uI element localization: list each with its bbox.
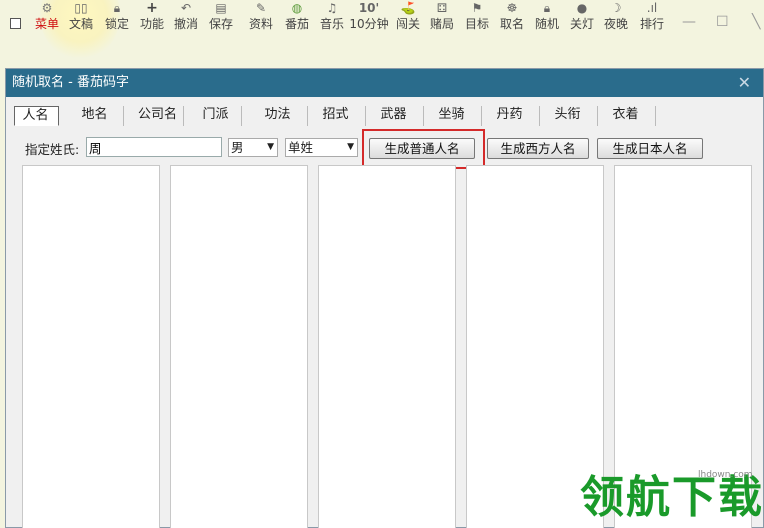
surname-type-select-value: 单姓 xyxy=(288,140,314,155)
toolbar-lock-button[interactable]: 🔒︎ 锁定 xyxy=(103,0,131,38)
lock-icon: 🔒︎ xyxy=(113,1,121,15)
tab-weapon[interactable]: 武器 xyxy=(366,106,424,126)
toolbar-random-button[interactable]: 🔒︎ 随机 xyxy=(533,0,561,38)
plus-icon: + xyxy=(146,0,158,16)
moon-icon: ☽ xyxy=(610,1,622,15)
category-tabs: 人名 地名 公司名 门派 功法 招式 武器 坐骑 丹药 头衔 衣着 xyxy=(14,106,754,126)
toolbar-menu-button[interactable]: ⚙ 菜单 xyxy=(33,0,61,38)
dice-icon: ⚃ xyxy=(436,1,448,15)
gender-select[interactable]: 男 ▼ xyxy=(228,138,278,157)
flag-icon: ⛳ xyxy=(400,1,416,15)
highlight-annotation-box xyxy=(362,129,485,169)
toolbar-function-button[interactable]: + 功能 xyxy=(138,0,166,38)
naming-icon: ☸ xyxy=(506,1,518,15)
generate-japanese-name-button[interactable]: 生成日本人名 xyxy=(597,138,703,159)
tab-sect[interactable]: 门派 xyxy=(192,106,242,126)
toolbar-tomato-button[interactable]: ◍ 番茄 xyxy=(283,0,311,38)
bar-chart-icon: .ıl xyxy=(646,1,658,15)
tab-pill[interactable]: 丹药 xyxy=(482,106,540,126)
toolbar-manuscript-button[interactable]: ▯▯ 文稿 xyxy=(67,0,95,38)
dialog-close-icon[interactable]: ✕ xyxy=(738,69,751,97)
tab-company-name[interactable]: 公司名 xyxy=(134,106,184,126)
surname-type-select[interactable]: 单姓 ▼ xyxy=(285,138,358,157)
result-list-1[interactable] xyxy=(22,165,160,528)
chevron-down-icon: ▼ xyxy=(347,142,354,152)
generate-western-name-button[interactable]: 生成西方人名 xyxy=(487,138,589,159)
toolbar-goal-button[interactable]: ⚑ 目标 xyxy=(463,0,491,38)
toolbar-materials-button[interactable]: ✎ 资料 xyxy=(247,0,275,38)
maximize-icon[interactable]: ☐ xyxy=(716,14,729,30)
toolbar-10min-button[interactable]: 10' 10分钟 xyxy=(349,0,389,38)
toolbar-gamble-button[interactable]: ⚃ 赌局 xyxy=(428,0,456,38)
toolbar-night-button[interactable]: ☽ 夜晚 xyxy=(602,0,630,38)
save-icon: ▤ xyxy=(215,1,227,15)
dialog-titlebar: 随机取名 - 番茄码字 ✕ xyxy=(6,69,763,97)
minimize-icon[interactable]: — xyxy=(682,14,696,30)
toolbar-challenge-button[interactable]: ⛳ 闯关 xyxy=(394,0,422,38)
book-icon: ▯▯ xyxy=(74,1,88,15)
random-name-dialog: 随机取名 - 番茄码字 ✕ 人名 地名 公司名 门派 功法 招式 武器 坐骑 丹… xyxy=(5,68,764,528)
tab-move[interactable]: 招式 xyxy=(308,106,366,126)
random-lock-icon: 🔒︎ xyxy=(543,1,551,15)
undo-icon: ↶ xyxy=(180,1,192,15)
toolbar-undo-button[interactable]: ↶ 撤消 xyxy=(172,0,200,38)
toolbar-checkbox[interactable] xyxy=(10,18,21,29)
tab-person-name[interactable]: 人名 xyxy=(14,106,59,126)
site-watermark: 领航下载 lhdown.com xyxy=(580,468,764,524)
tab-place-name[interactable]: 地名 xyxy=(68,106,124,126)
toolbar-music-button[interactable]: ♫ 音乐 xyxy=(318,0,346,38)
tab-mount[interactable]: 坐骑 xyxy=(424,106,482,126)
result-list-2[interactable] xyxy=(170,165,308,528)
gear-icon: ⚙ xyxy=(41,1,53,15)
toolbar-lights-off-button[interactable]: ● 关灯 xyxy=(568,0,596,38)
gender-select-value: 男 xyxy=(231,140,244,155)
watermark-url: lhdown.com xyxy=(698,470,753,480)
toolbar-ranking-button[interactable]: .ıl 排行 xyxy=(638,0,666,38)
tomato-icon: ◍ xyxy=(291,1,303,15)
tab-martial-method[interactable]: 功法 xyxy=(250,106,308,126)
target-icon: ⚑ xyxy=(471,1,483,15)
bulb-icon: ● xyxy=(576,1,588,15)
surname-input[interactable] xyxy=(86,137,222,157)
close-icon[interactable]: ╲ xyxy=(752,14,760,30)
music-icon: ♫ xyxy=(326,1,338,15)
pencil-icon: ✎ xyxy=(255,1,267,15)
dialog-title: 随机取名 - 番茄码字 xyxy=(12,75,129,90)
chevron-down-icon: ▼ xyxy=(267,142,274,152)
surname-label: 指定姓氏: xyxy=(25,142,80,157)
timer-icon: 10' xyxy=(358,1,380,15)
toolbar-naming-button[interactable]: ☸ 取名 xyxy=(498,0,526,38)
result-list-3[interactable] xyxy=(318,165,456,528)
tab-clothing[interactable]: 衣着 xyxy=(598,106,656,126)
tab-title[interactable]: 头衔 xyxy=(540,106,598,126)
main-toolbar: ⚙ 菜单 ▯▯ 文稿 🔒︎ 锁定 + 功能 ↶ 撤消 ▤ 保存 ✎ 资料 ◍ 番… xyxy=(0,0,764,60)
toolbar-save-button[interactable]: ▤ 保存 xyxy=(207,0,235,38)
